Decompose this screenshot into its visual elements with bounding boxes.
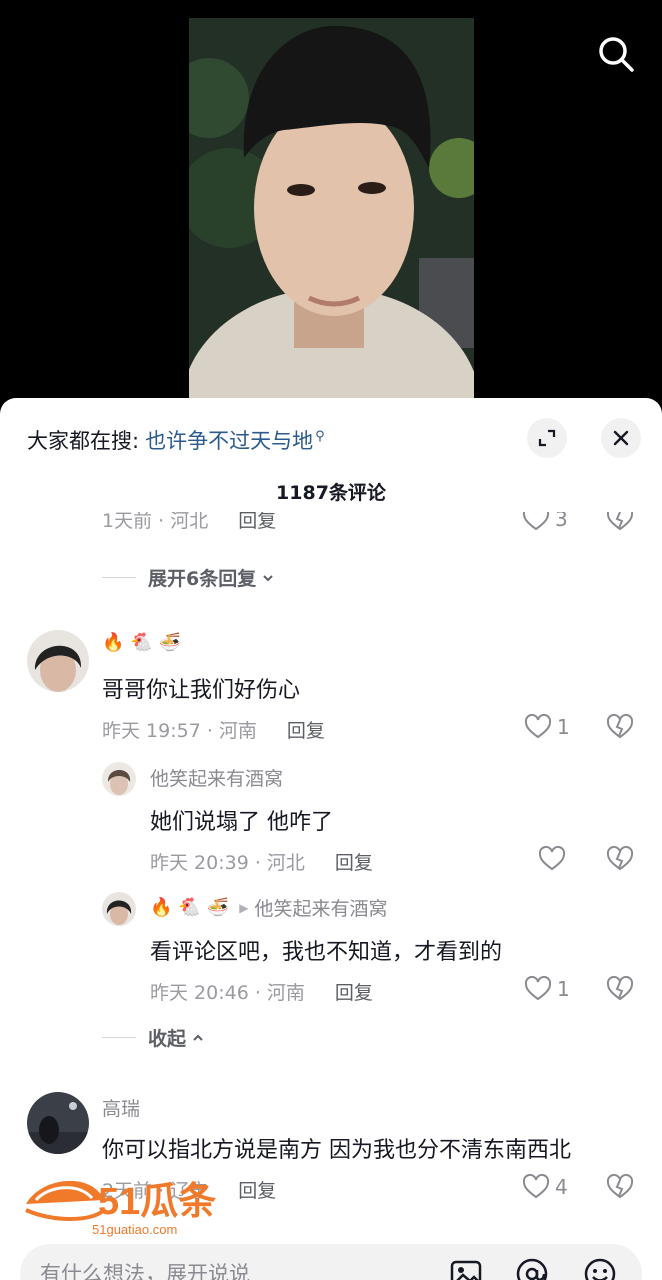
fire-emoji: 🔥 [150, 897, 173, 918]
like-button[interactable]: 4 [522, 1174, 568, 1200]
comment-meta: 1天前 · 河北 回复 [102, 512, 276, 533]
expand-replies-label: 展开6条回复 [148, 568, 257, 590]
small-search-icon: ⚲ [315, 428, 325, 444]
hot-search-query[interactable]: 也许争不过天与地 [145, 425, 313, 455]
comment-time-location: 昨天 19:57 · 河南 [102, 720, 257, 742]
like-count: 1 [557, 715, 570, 739]
dislike-icon[interactable] [606, 512, 634, 532]
expand-replies-button[interactable]: 展开6条回复 [102, 564, 274, 591]
reply-meta: 昨天 20:46 · 河南 回复 [150, 978, 373, 1005]
heart-icon [524, 714, 552, 739]
reply-button[interactable]: 回复 [238, 1176, 276, 1203]
comment-sheet: 大家都在搜: 也许争不过天与地 ⚲ 1187条评论 1天前 · 河北 回复 3 [0, 398, 662, 1280]
comment-author[interactable]: 🔥 🐔 🍜 [102, 632, 187, 653]
reply-time-location: 昨天 20:39 · 河北 [150, 852, 305, 874]
like-button[interactable]: 3 [522, 512, 568, 532]
collapse-replies-button[interactable]: 收起 [102, 1024, 204, 1051]
search-icon[interactable] [596, 34, 636, 74]
comment-count: 1187条评论 [276, 482, 386, 504]
chicken-emoji: 🐔 [178, 897, 201, 918]
divider [102, 1037, 136, 1038]
image-icon[interactable] [448, 1256, 484, 1280]
reply-meta: 昨天 20:39 · 河北 回复 [150, 848, 373, 875]
reply-button[interactable]: 回复 [287, 716, 325, 743]
comment-meta: 昨天 19:57 · 河南 回复 [102, 716, 325, 743]
like-button[interactable]: 1 [524, 714, 570, 740]
hot-search-bar[interactable]: 大家都在搜: 也许争不过天与地 ⚲ [27, 422, 325, 458]
reply-author[interactable]: 🔥 🐔 🍜 ▶ 他笑起来有酒窝 [150, 894, 388, 921]
partial-comment-row: 1天前 · 河北 回复 3 [0, 512, 662, 544]
collapse-replies-label: 收起 [148, 1028, 187, 1050]
comment-input-bar[interactable]: 有什么想法，展开说说 [20, 1244, 642, 1280]
heart-icon [538, 846, 566, 871]
heart-icon [522, 512, 550, 531]
video-frame[interactable] [189, 18, 474, 410]
reply-text: 看评论区吧，我也不知道，才看到的 [150, 940, 503, 965]
reply-button[interactable]: 回复 [335, 978, 373, 1005]
video-person-image [189, 18, 474, 410]
emoji-icon[interactable] [582, 1256, 618, 1280]
noodle-emoji: 🍜 [206, 897, 230, 918]
heart-icon [522, 1174, 550, 1199]
reply-author[interactable]: 他笑起来有酒窝 [150, 764, 283, 791]
watermark-logo: 51瓜条 51guatiao.com [25, 1180, 216, 1237]
like-count: 1 [557, 977, 570, 1001]
avatar[interactable] [27, 1092, 89, 1154]
divider [102, 577, 136, 578]
comment-text: 你可以指北方说是南方 因为我也分不清东南西北 [102, 1138, 571, 1163]
reply-button[interactable]: 回复 [335, 848, 373, 875]
watermark-url: 51guatiao.com [92, 1222, 177, 1237]
avatar[interactable] [102, 762, 136, 796]
like-count: 3 [555, 512, 568, 531]
heart-icon [524, 976, 552, 1001]
like-button[interactable] [538, 846, 566, 872]
noodle-emoji: 🍜 [158, 632, 182, 653]
expand-icon [538, 429, 556, 447]
reply-text: 她们说塌了 他咋了 [150, 810, 333, 835]
chevron-up-icon [193, 1034, 203, 1041]
dislike-icon[interactable] [606, 846, 634, 872]
video-area[interactable] [0, 0, 662, 410]
avatar[interactable] [102, 892, 136, 926]
hot-search-prefix: 大家都在搜: [27, 429, 140, 453]
dislike-icon[interactable] [606, 976, 634, 1002]
comment-input-placeholder[interactable]: 有什么想法，展开说说 [40, 1258, 250, 1280]
chevron-down-icon [263, 574, 273, 581]
dislike-icon[interactable] [606, 714, 634, 740]
comment-author[interactable]: 高瑞 [102, 1094, 140, 1121]
reply-button[interactable]: 回复 [238, 512, 276, 533]
chicken-emoji: 🐔 [130, 632, 153, 653]
like-button[interactable]: 1 [524, 976, 570, 1002]
close-icon [613, 430, 629, 446]
avatar[interactable] [27, 630, 89, 692]
watermark-brand: 51瓜条 [98, 1181, 216, 1223]
dislike-icon[interactable] [606, 1174, 634, 1200]
fire-emoji: 🔥 [102, 632, 125, 653]
like-count: 4 [555, 1175, 568, 1199]
close-button[interactable] [601, 418, 641, 458]
reply-time-location: 昨天 20:46 · 河南 [150, 982, 305, 1004]
at-mention-icon[interactable] [514, 1256, 550, 1280]
comment-text: 哥哥你让我们好伤心 [102, 678, 301, 703]
expand-button[interactable] [527, 418, 567, 458]
reply-arrow-icon: ▶ [239, 900, 249, 915]
reply-to-name[interactable]: 他笑起来有酒窝 [255, 894, 388, 921]
